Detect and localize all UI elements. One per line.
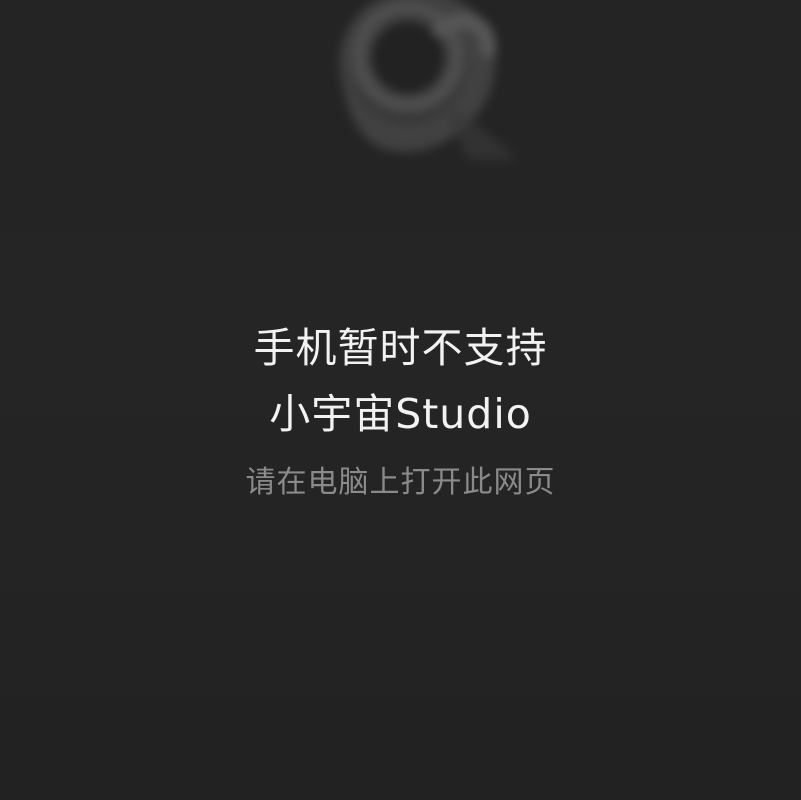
open-on-desktop-hint: 请在电脑上打开此网页 bbox=[245, 465, 556, 500]
headline-line-2: 小宇宙Studio bbox=[269, 390, 532, 438]
blurred-ring-logo-icon bbox=[290, 0, 530, 170]
unsupported-message: 手机暂时不支持 小宇宙Studio 请在电脑上打开此网页 bbox=[0, 315, 801, 503]
headline-line-1: 手机暂时不支持 bbox=[253, 324, 548, 372]
unsupported-device-screen: 手机暂时不支持 小宇宙Studio 请在电脑上打开此网页 bbox=[0, 0, 801, 800]
